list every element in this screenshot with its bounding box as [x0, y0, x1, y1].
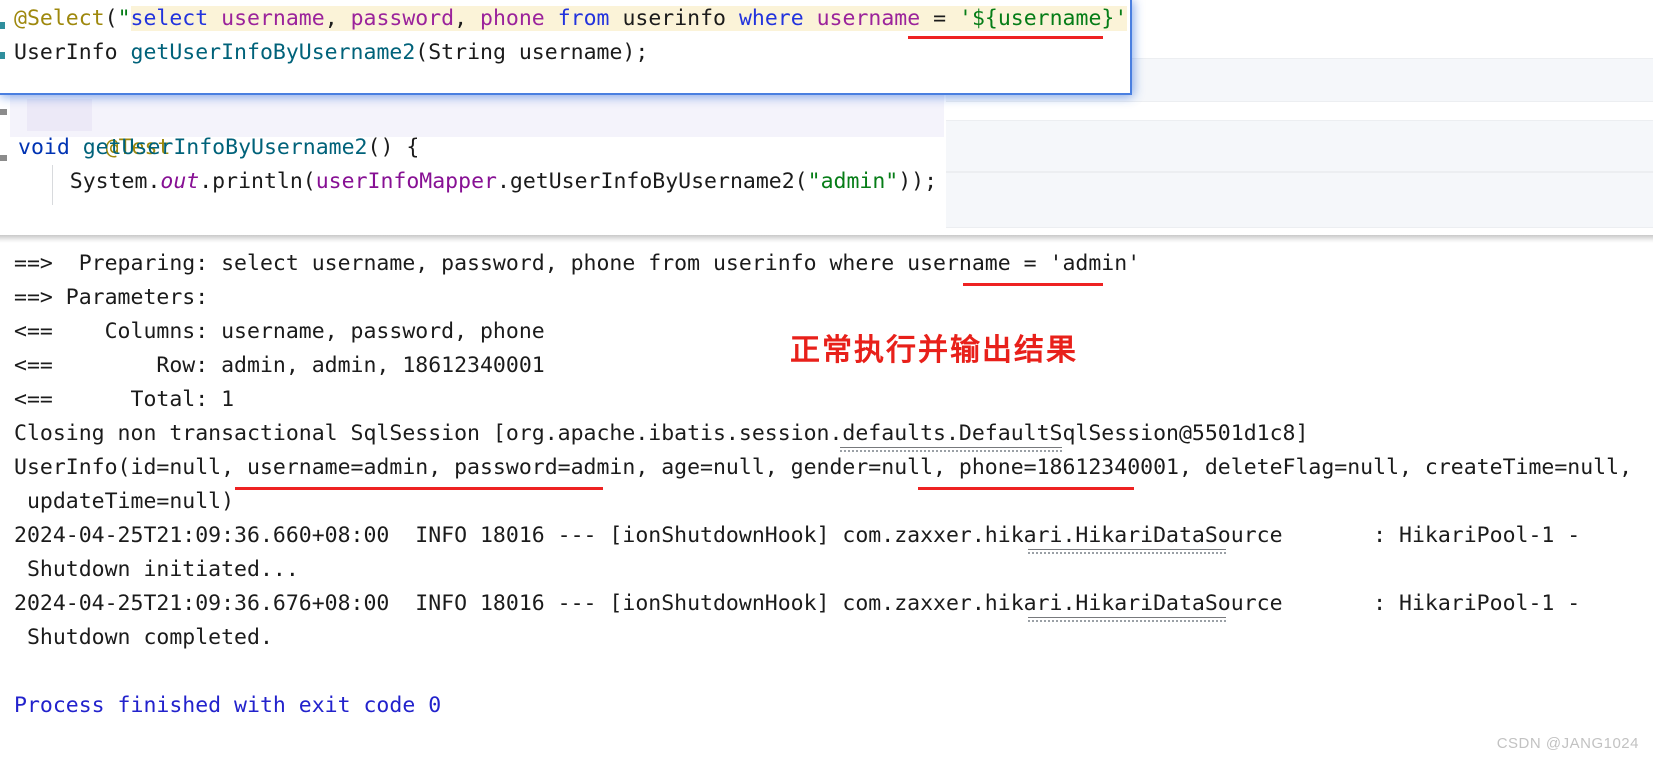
test-method-editor[interactable]: @Test void getUserInfoByUsername2() { Sy… — [0, 95, 944, 235]
popup-gutter — [0, 0, 6, 93]
console-line: Shutdown initiated... — [14, 557, 299, 582]
editor-gutter — [0, 95, 10, 235]
println-stmt-token-4: .getUserInfoByUsername2( — [496, 169, 808, 194]
method-signature-token-5: ); — [622, 40, 649, 65]
select-annotation-token-14: '${username}' — [959, 6, 1128, 31]
println-stmt-token-3: userInfoMapper — [315, 169, 497, 194]
gutter-marker-icon — [0, 52, 5, 59]
red-underline-admin-param — [963, 283, 1103, 286]
console-line: 2024-04-25T21:09:36.676+08:00 INFO 18016… — [14, 591, 1581, 616]
console-line: UserInfo(id=null, username=admin, passwo… — [14, 455, 1633, 480]
select-annotation-token-7: , — [454, 6, 481, 31]
println-stmt-token-1: out — [160, 169, 200, 194]
println-stmt-token-2: .println( — [199, 169, 316, 194]
red-underline-username-password — [235, 487, 603, 490]
console-line: Process finished with exit code 0 — [14, 693, 442, 718]
panel-divider — [0, 235, 1653, 243]
println-stmt-token-5: "admin" — [807, 169, 899, 194]
red-underline-dollar-placeholder — [908, 36, 1103, 39]
method-decl-token-0: void — [18, 135, 83, 160]
method-decl-token-2: () { — [367, 135, 420, 160]
console-line: <== Total: 1 — [14, 387, 235, 412]
method-decl-token-1: getUserInfoByUsername2 — [82, 135, 368, 160]
method-signature-token-2: ( — [415, 40, 429, 65]
select-annotation-token-5: , — [324, 6, 351, 31]
quick-documentation-popup[interactable]: @Select("select username, password, phon… — [0, 0, 1132, 95]
console-line: <== Row: admin, admin, 18612340001 — [14, 353, 545, 378]
console-line: 2024-04-25T21:09:36.660+08:00 INFO 18016… — [14, 523, 1581, 548]
code-line-closing-brace: } — [18, 199, 109, 235]
popup-code-line-signature: UserInfo getUserInfoByUsername2(String u… — [14, 36, 648, 70]
method-signature-token-3: String — [428, 40, 519, 65]
method-signature-token-4: username — [518, 40, 623, 65]
red-underline-phone — [918, 487, 1134, 490]
run-console-output[interactable]: ==> Preparing: select username, password… — [0, 243, 1653, 762]
select-annotation-token-6: password — [350, 6, 455, 31]
println-stmt-token-0: System. — [18, 169, 161, 194]
select-annotation-token-1: ( — [104, 6, 118, 31]
select-annotation-token-0: @Select — [14, 6, 105, 31]
select-annotation-token-15: " — [1127, 6, 1130, 31]
csdn-watermark: CSDN @JANG1024 — [1496, 735, 1639, 752]
editor-band — [946, 172, 1653, 228]
select-annotation-token-11: where — [738, 6, 817, 31]
gutter-marker-icon — [0, 109, 7, 115]
println-stmt-token-6: )); — [898, 169, 938, 194]
select-annotation-token-2: " — [117, 6, 131, 31]
console-line: <== Columns: username, password, phone — [14, 319, 545, 344]
select-annotation-token-8: phone — [480, 6, 558, 31]
method-signature-token-1: getUserInfoByUsername2 — [130, 40, 416, 65]
gutter-marker-icon — [0, 22, 5, 29]
popup-code-line-select: @Select("select username, password, phon… — [14, 2, 1130, 36]
select-annotation-token-12: username — [816, 6, 934, 31]
select-annotation-token-3: select — [130, 6, 222, 31]
console-line: Closing non transactional SqlSession [or… — [14, 421, 1309, 446]
code-line-method-decl: void getUserInfoByUsername2() { — [18, 131, 419, 165]
chinese-annotation: 正常执行并输出结果 — [790, 333, 1078, 368]
screenshot-root: @Select("select username, password, phon… — [0, 0, 1653, 762]
console-line: Shutdown completed. — [14, 625, 273, 650]
select-annotation-token-9: from — [557, 6, 623, 31]
select-annotation-token-13: = — [933, 6, 959, 31]
gutter-marker-icon — [0, 155, 7, 161]
editor-band — [946, 120, 1653, 172]
method-signature-token-0: UserInfo — [14, 40, 131, 65]
console-line: ==> Preparing: select username, password… — [14, 251, 1141, 276]
code-line-println: System.out.println(userInfoMapper.getUse… — [18, 165, 937, 199]
select-annotation-token-10: userinfo — [622, 6, 739, 31]
select-annotation-token-4: username — [221, 6, 325, 31]
console-line: updateTime=null) — [14, 489, 235, 514]
console-line: ==> Parameters: — [14, 285, 209, 310]
